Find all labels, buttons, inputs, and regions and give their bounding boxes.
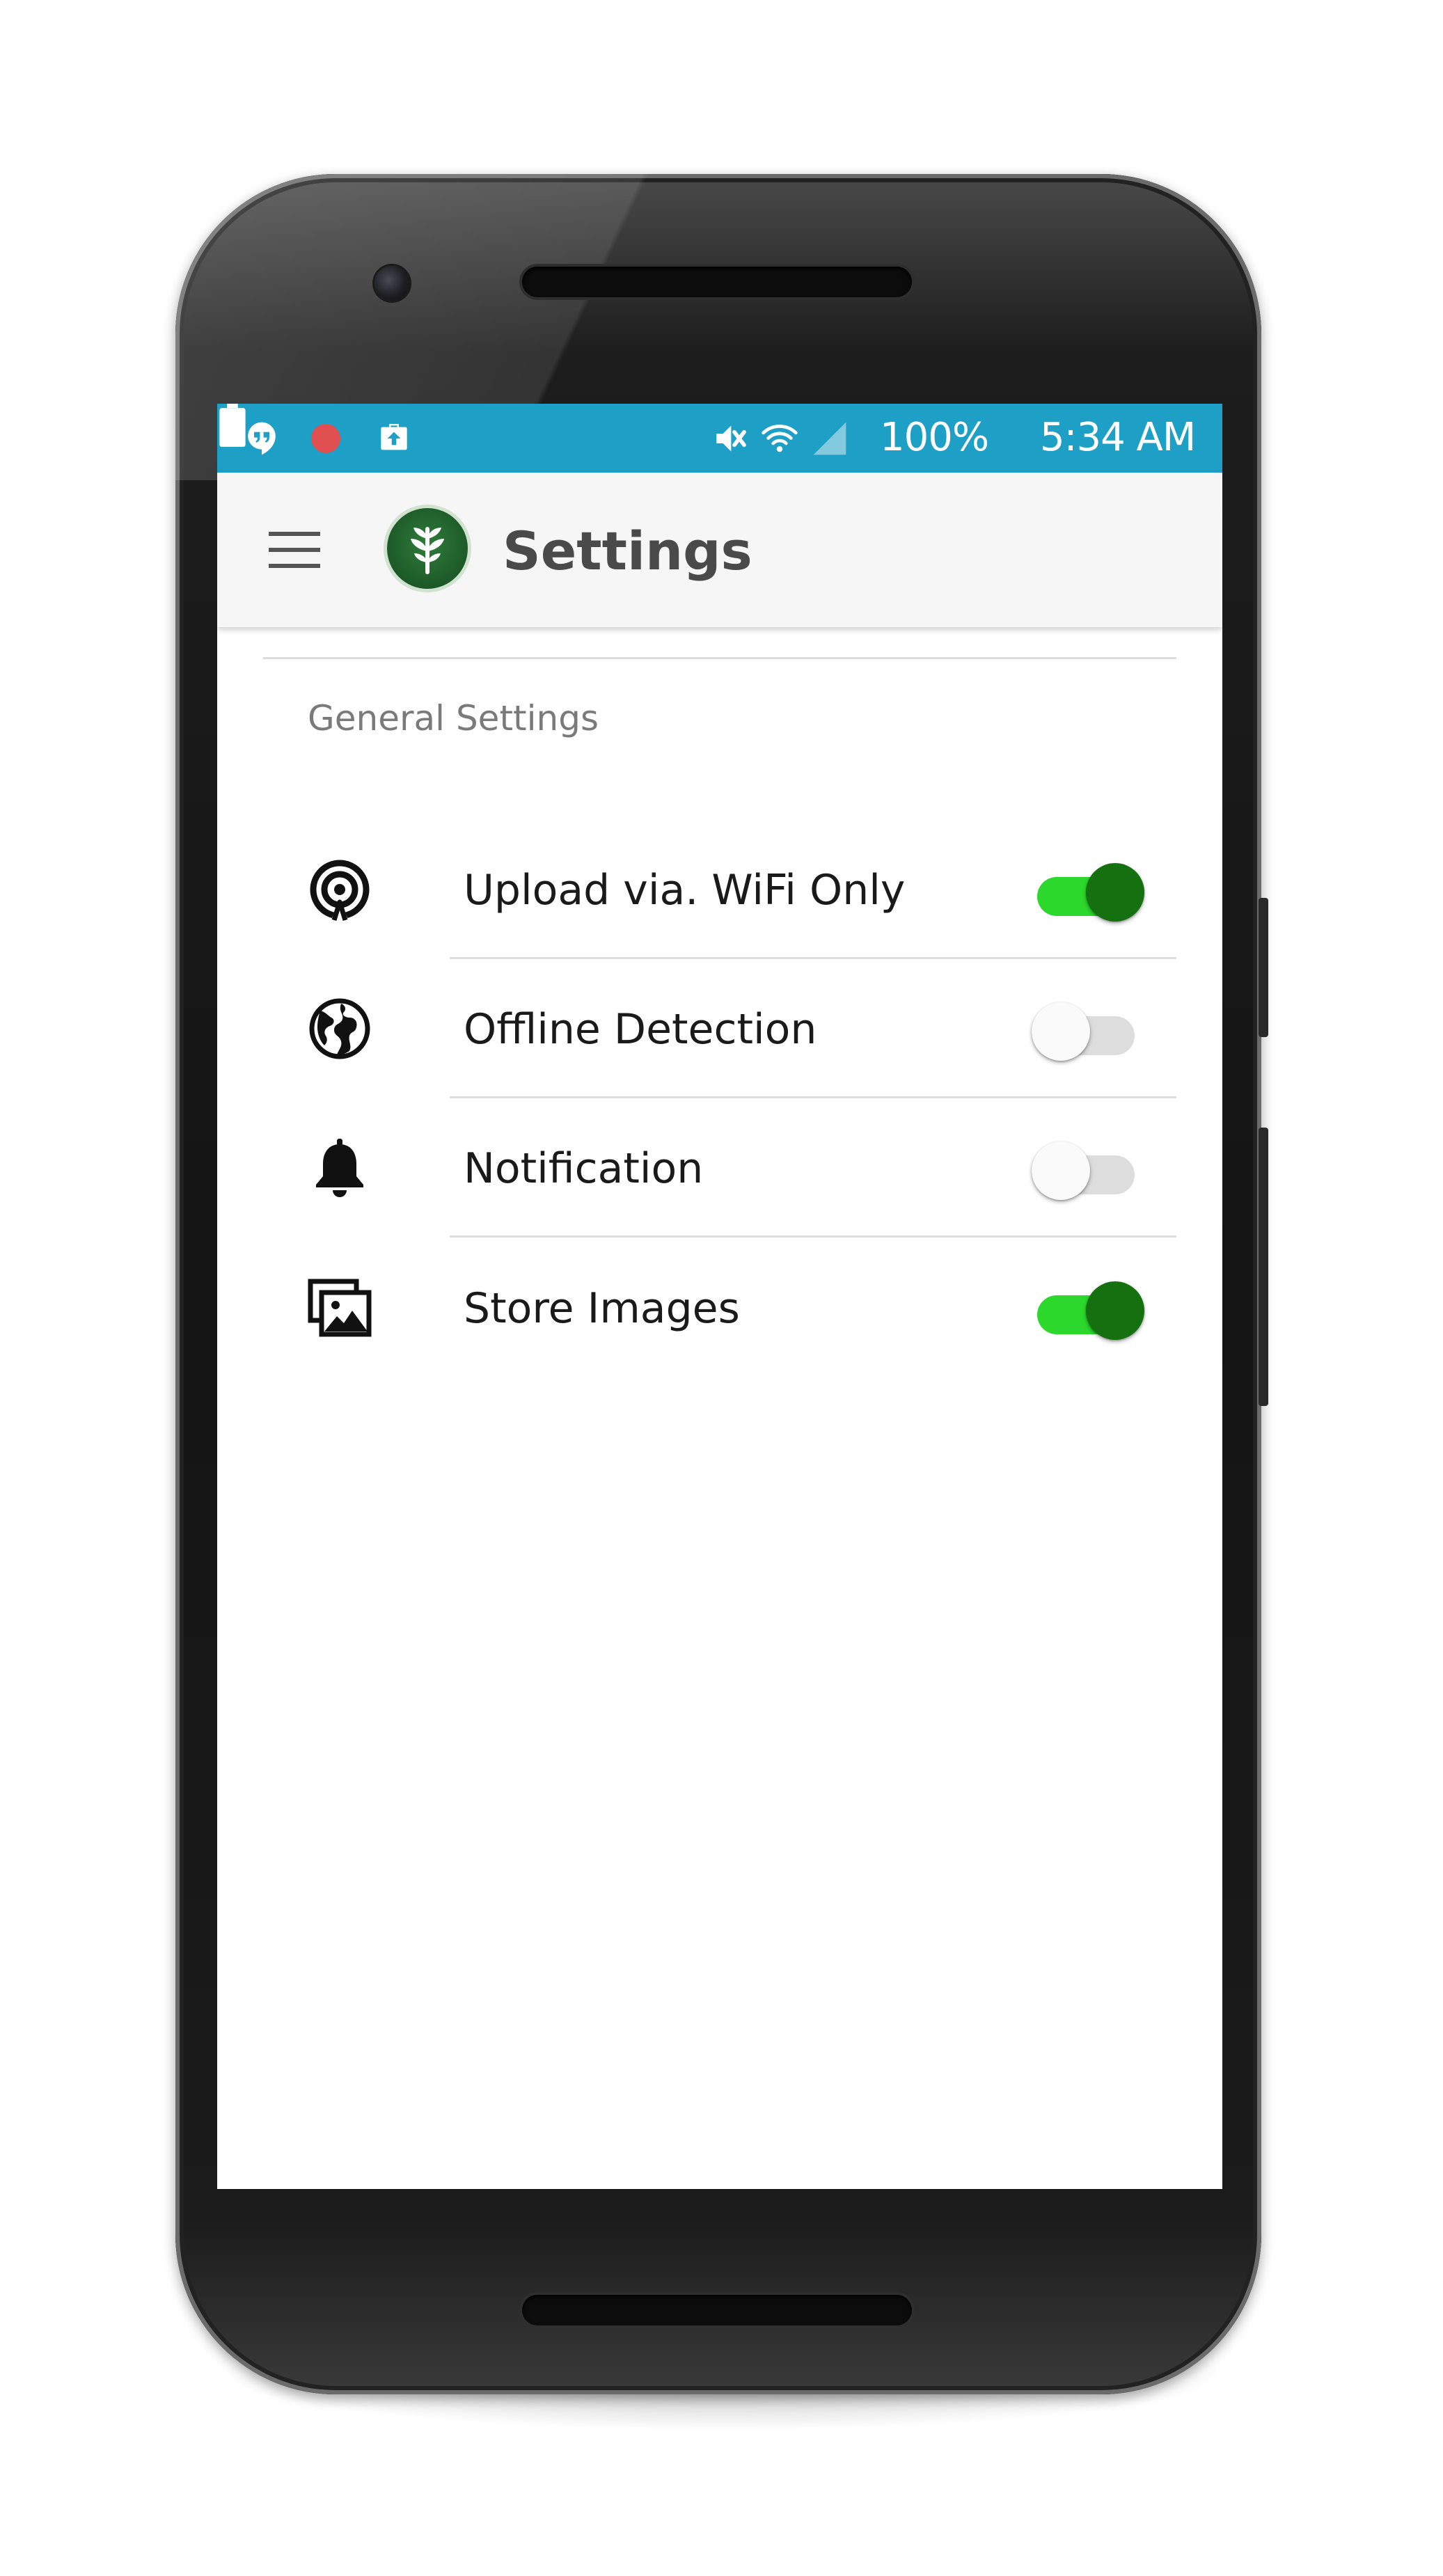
setting-label: Offline Detection <box>464 1005 817 1054</box>
divider <box>450 1235 1176 1238</box>
clock: 5:34 AM <box>1040 415 1196 460</box>
setting-label: Upload via. WiFi Only <box>464 866 906 915</box>
bottom-speaker <box>522 2295 912 2325</box>
power-button <box>1259 898 1268 1037</box>
notification-toggle[interactable] <box>1032 1139 1146 1200</box>
toggle-thumb[interactable] <box>1086 863 1144 922</box>
setting-label: Notification <box>464 1144 704 1193</box>
wifi-icon <box>762 425 798 452</box>
setting-row-upload-wifi-only[interactable]: Upload via. WiFi Only <box>217 820 1222 959</box>
upload-icon <box>381 424 407 450</box>
hamburger-menu-icon[interactable] <box>269 525 320 575</box>
hangouts-icon <box>248 422 276 455</box>
toggle-thumb[interactable] <box>1032 1141 1090 1200</box>
setting-row-notification[interactable]: Notification <box>217 1098 1222 1238</box>
app-logo <box>387 508 468 589</box>
setting-label: Store Images <box>464 1284 740 1333</box>
offline-detection-toggle[interactable] <box>1032 999 1146 1061</box>
app-bar: Settings <box>217 473 1222 627</box>
toggle-thumb[interactable] <box>1032 1002 1090 1061</box>
toggle-thumb[interactable] <box>1086 1281 1144 1340</box>
setting-row-store-images[interactable]: Store Images <box>217 1238 1222 1377</box>
section-header: General Settings <box>308 698 599 738</box>
bell-icon <box>316 1139 363 1197</box>
images-icon <box>308 1279 372 1337</box>
signal-icon <box>813 422 846 455</box>
mute-icon <box>716 425 746 452</box>
screen: 100% 5:34 AM Settings General Settings U… <box>217 404 1222 2189</box>
sprout-logo-icon <box>411 527 444 574</box>
broadcast-icon <box>310 860 370 923</box>
setting-row-offline-detection[interactable]: Offline Detection <box>217 959 1222 1098</box>
volume-button <box>1259 1128 1268 1406</box>
store-images-toggle[interactable] <box>1032 1279 1146 1340</box>
record-icon <box>311 424 340 453</box>
front-camera <box>374 266 409 301</box>
battery-percent: 100% <box>880 415 989 460</box>
globe-icon <box>309 998 370 1059</box>
page-title: Settings <box>503 520 752 582</box>
earpiece-speaker <box>522 267 912 297</box>
status-bar: 100% 5:34 AM <box>217 404 1222 473</box>
divider <box>263 657 1176 659</box>
upload-wifi-only-toggle[interactable] <box>1032 860 1146 922</box>
